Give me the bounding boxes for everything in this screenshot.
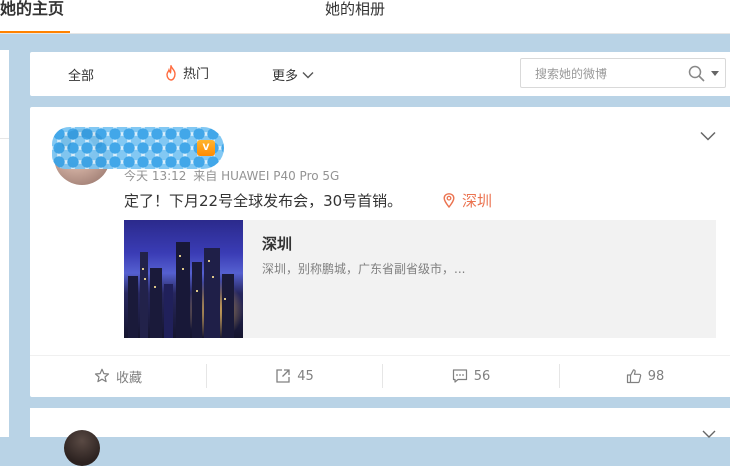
- weibo-post-card: V 今天 13:12 来自 HUAWEI P40 Pro 5G 定了！下月22号…: [30, 107, 730, 397]
- repost-button[interactable]: 45: [207, 356, 382, 396]
- search-dropdown-arrow-icon[interactable]: [711, 71, 719, 76]
- post-text: 定了！下月22号全球发布会，30号首销。: [124, 192, 403, 210]
- vip-badge-icon[interactable]: V: [197, 140, 215, 156]
- filter-hot-tab[interactable]: 热门: [164, 63, 209, 82]
- post-location-link[interactable]: 深圳: [443, 190, 492, 211]
- like-button[interactable]: 98: [560, 356, 730, 396]
- like-count: 98: [647, 368, 665, 384]
- filter-all-tab[interactable]: 全部: [68, 65, 94, 84]
- location-card[interactable]: 深圳 深圳，别称鹏城，广东省副省级市，...: [124, 220, 716, 338]
- chevron-down-icon: [302, 71, 314, 78]
- comment-button[interactable]: 56: [383, 356, 559, 396]
- repost-count: 45: [297, 368, 314, 384]
- filter-more-label: 更多: [272, 69, 299, 84]
- avatar[interactable]: [64, 430, 100, 466]
- post-menu-chevron-icon[interactable]: [700, 131, 716, 141]
- post-meta: 今天 13:12 来自 HUAWEI P40 Pro 5G: [124, 167, 339, 184]
- feed-filter-bar: 全部 热门 更多: [30, 52, 730, 96]
- post-source-prefix: 来自: [193, 169, 218, 183]
- favorite-button[interactable]: 收藏: [30, 356, 206, 396]
- favorite-label: 收藏: [115, 370, 142, 386]
- profile-tab-bar: 她的主页 她的相册: [0, 0, 730, 34]
- next-post-card: [30, 408, 730, 466]
- left-sidebar-panel: [0, 50, 9, 437]
- star-icon: [94, 368, 110, 383]
- location-pin-icon: [443, 193, 455, 208]
- fire-icon: [166, 64, 176, 81]
- tab-her-album[interactable]: 她的相册: [325, 0, 385, 18]
- tab-her-home[interactable]: 她的主页: [0, 0, 71, 33]
- filter-more-dropdown[interactable]: 更多: [272, 65, 314, 84]
- comment-icon: [452, 369, 467, 383]
- sidebar-divider: [0, 138, 9, 139]
- post-time[interactable]: 今天 13:12: [124, 169, 186, 183]
- filter-hot-label: 热门: [183, 67, 210, 82]
- search-box: [520, 58, 726, 88]
- comment-count: 56: [473, 368, 491, 384]
- location-card-image: [124, 220, 243, 338]
- search-input[interactable]: [533, 64, 687, 84]
- post-action-bar: 收藏 45 56 98: [30, 355, 730, 396]
- location-card-title: 深圳: [262, 235, 293, 253]
- post-location-label: 深圳: [462, 192, 493, 210]
- post-source-device[interactable]: HUAWEI P40 Pro 5G: [221, 169, 339, 183]
- like-icon: [626, 369, 641, 384]
- location-card-description: 深圳，别称鹏城，广东省副省级市，...: [262, 262, 466, 276]
- repost-icon: [276, 369, 290, 383]
- search-icon[interactable]: [688, 65, 705, 82]
